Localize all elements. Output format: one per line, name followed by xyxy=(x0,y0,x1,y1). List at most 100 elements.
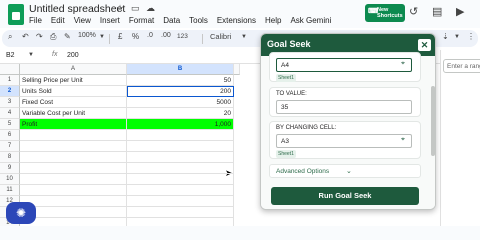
cell-a8[interactable] xyxy=(20,152,127,163)
row-header-1[interactable]: 1 xyxy=(0,75,20,86)
gemini-assist-button[interactable]: ✺ xyxy=(6,202,36,224)
currency-format-button[interactable]: £ xyxy=(118,32,122,41)
chevron-down-icon: ▼ xyxy=(241,34,247,40)
column-header-c[interactable] xyxy=(234,64,240,75)
cell-a10[interactable] xyxy=(20,174,127,185)
cell-a7[interactable] xyxy=(20,141,127,152)
to-value-input[interactable]: 35 xyxy=(276,100,412,114)
redo-icon[interactable]: ↷ xyxy=(36,32,43,41)
menu-insert[interactable]: Insert xyxy=(100,16,120,25)
select-range-icon[interactable]: ⌖ xyxy=(401,136,405,144)
range-input[interactable]: Enter a range xyxy=(443,59,480,73)
vertical-align-icon[interactable]: ⇣ xyxy=(442,32,449,41)
sheets-app: Untitled spreadsheet ☆ ▭ ☁ File Edit Vie… xyxy=(0,0,480,226)
cell-a12[interactable] xyxy=(20,196,127,207)
cell-a6[interactable] xyxy=(20,130,127,141)
cell-b8[interactable] xyxy=(127,152,234,163)
sheet-chip: Sheet1 xyxy=(276,150,296,158)
changing-cell-card: BY CHANGING CELL: A3 ⌖ Sheet1 xyxy=(269,121,421,159)
cell-a9[interactable] xyxy=(20,163,127,174)
cell-b12[interactable] xyxy=(127,196,234,207)
row-header-6[interactable]: 6 xyxy=(0,130,20,141)
changing-cell-label: BY CHANGING CELL: xyxy=(276,125,337,131)
menu-ask-gemini[interactable]: Ask Gemini xyxy=(290,16,331,25)
row-header-11[interactable]: 11 xyxy=(0,185,20,196)
undo-icon[interactable]: ↶ xyxy=(22,32,29,41)
cell-b6[interactable] xyxy=(127,130,234,141)
cell-b13[interactable] xyxy=(127,207,234,218)
menu-data[interactable]: Data xyxy=(163,16,180,25)
meet-icon[interactable]: ▶ xyxy=(456,5,464,18)
cell-b5[interactable]: 1,000 xyxy=(127,119,234,130)
toolbar-divider xyxy=(109,34,110,44)
cell-a1[interactable]: Selling Price per Unit xyxy=(20,75,127,86)
new-shortcuts-button[interactable]: ⌨ New Shortcuts xyxy=(365,4,405,22)
changing-cell-input[interactable]: A3 xyxy=(276,134,412,148)
panel-scrollbar[interactable] xyxy=(431,86,435,156)
chevron-down-icon[interactable]: ▼ xyxy=(28,52,34,58)
cell-b11[interactable] xyxy=(127,185,234,196)
more-options-icon[interactable]: ⋮ xyxy=(467,32,475,41)
menu-format[interactable]: Format xyxy=(129,16,154,25)
cell-b3[interactable]: 5000 xyxy=(127,97,234,108)
font-select[interactable]: Calibri xyxy=(210,32,231,41)
cell-a11[interactable] xyxy=(20,185,127,196)
run-goal-seek-button[interactable]: Run Goal Seek xyxy=(271,187,419,205)
cell-b2[interactable]: 200 xyxy=(127,86,234,97)
cell-a5[interactable]: Profit xyxy=(20,119,127,130)
cell-a3[interactable]: Fixed Cost xyxy=(20,97,127,108)
row-header-2[interactable]: 2 xyxy=(0,86,20,97)
sparkle-icon: ✺ xyxy=(15,206,27,220)
select-all-corner[interactable] xyxy=(0,64,20,75)
sheets-logo[interactable] xyxy=(8,4,24,25)
row-header-7[interactable]: 7 xyxy=(0,141,20,152)
row-header-5[interactable]: 5 xyxy=(0,119,20,130)
zoom-select[interactable]: 100% xyxy=(78,32,96,39)
document-title[interactable]: Untitled spreadsheet xyxy=(29,3,125,15)
increase-decimal-button[interactable]: .00 xyxy=(161,32,171,39)
chevron-down-icon: ▼ xyxy=(99,34,105,40)
menu-help[interactable]: Help xyxy=(265,16,281,25)
set-cell-card: A4 ⌖ Sheet1 xyxy=(269,52,421,82)
cloud-status-icon[interactable]: ☁ xyxy=(146,3,155,14)
cell-b7[interactable] xyxy=(127,141,234,152)
column-header-a[interactable]: A xyxy=(20,64,127,75)
star-icon[interactable]: ☆ xyxy=(116,3,124,14)
cell-b9[interactable] xyxy=(127,163,234,174)
row-header-3[interactable]: 3 xyxy=(0,97,20,108)
close-button[interactable]: ✕ xyxy=(418,39,431,51)
cell-b1[interactable]: 50 xyxy=(127,75,234,86)
menu-tools[interactable]: Tools xyxy=(189,16,208,25)
row-header-8[interactable]: 8 xyxy=(0,152,20,163)
cell-a14[interactable] xyxy=(20,218,127,226)
menu-view[interactable]: View xyxy=(74,16,91,25)
row-header-9[interactable]: 9 xyxy=(0,163,20,174)
cell-b10[interactable] xyxy=(127,174,234,185)
history-icon[interactable]: ↺ xyxy=(409,5,418,18)
menu-file[interactable]: File xyxy=(29,16,42,25)
row-header-4[interactable]: 4 xyxy=(0,108,20,119)
column-header-b[interactable]: B xyxy=(127,64,234,75)
row-header-10[interactable]: 10 xyxy=(0,174,20,185)
percent-format-button[interactable]: % xyxy=(132,32,139,41)
number-format-button[interactable]: 123 xyxy=(177,33,188,40)
set-cell-input[interactable]: A4 xyxy=(276,58,412,72)
print-icon[interactable]: ⎙ xyxy=(50,32,56,42)
menu-edit[interactable]: Edit xyxy=(51,16,65,25)
function-icon: fx xyxy=(52,51,58,58)
comments-icon[interactable]: ▤ xyxy=(432,5,442,18)
decrease-decimal-button[interactable]: .0 xyxy=(147,32,153,39)
cell-b4[interactable]: 20 xyxy=(127,108,234,119)
advanced-options-toggle[interactable]: Advanced Options ⌄ xyxy=(269,164,421,178)
cell-a4[interactable]: Variable Cost per Unit xyxy=(20,108,127,119)
move-folder-icon[interactable]: ▭ xyxy=(131,3,140,14)
name-box[interactable]: B2 xyxy=(6,52,15,59)
formula-input[interactable]: 200 xyxy=(67,52,79,59)
select-range-icon[interactable]: ⌖ xyxy=(401,60,405,68)
cell-a2[interactable]: Units Sold xyxy=(20,86,127,97)
search-menus-icon[interactable]: ⌕ xyxy=(8,32,12,42)
cell-a13[interactable] xyxy=(20,207,127,218)
paint-format-icon[interactable]: ✎ xyxy=(64,32,71,41)
menu-extensions[interactable]: Extensions xyxy=(217,16,256,25)
cell-b14[interactable] xyxy=(127,218,234,226)
